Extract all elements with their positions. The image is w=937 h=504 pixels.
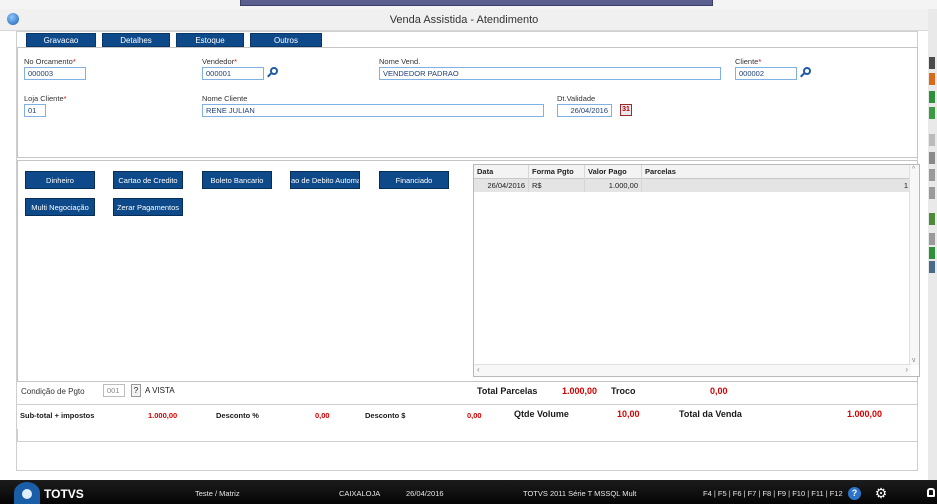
orcamento-label: No Orcamento* (24, 57, 76, 66)
title-bar: Venda Assistida - Atendimento (0, 9, 928, 31)
totvs-brand: TOTVS (44, 487, 84, 501)
window-title: Venda Assistida - Atendimento (389, 14, 539, 26)
condicao-help-button[interactable]: ? (131, 384, 141, 397)
grid-row[interactable]: 26/04/2016 R$ 1.000,00 1 (474, 179, 911, 192)
col-parcelas[interactable]: Parcelas (642, 165, 911, 179)
lock-icon[interactable] (927, 488, 935, 497)
vendedor-label: Vendedor* (202, 57, 238, 66)
vendedor-search-icon[interactable] (267, 67, 279, 79)
status-shortcuts[interactable]: F4 | F5 | F6 | F7 | F8 | F9 | F10 | F11 … (703, 489, 843, 498)
cliente-label-text: Cliente (735, 57, 759, 66)
zerar-pagamentos-button[interactable]: Zerar Pagamentos (113, 198, 183, 216)
help-icon[interactable]: ? (848, 487, 861, 500)
total-parcelas-label: Total Parcelas (477, 386, 538, 396)
qtde-volume-label: Qtde Volume (514, 409, 569, 419)
condicao-description: A VISTA (145, 386, 175, 395)
loja-cliente-label-text: Loja Cliente (24, 94, 64, 103)
loja-cliente-label: Loja Cliente* (24, 94, 67, 103)
cliente-search-icon[interactable] (800, 67, 812, 79)
financiado-button[interactable]: Financiado (379, 171, 449, 189)
orcamento-field[interactable]: 000003 (24, 67, 86, 80)
desconto-pct-value: 0,00 (315, 411, 330, 420)
grid-horizontal-scrollbar[interactable]: ‹ › (474, 364, 911, 376)
cartao-credito-button[interactable]: Cartao de Credito (113, 171, 183, 189)
boleto-button[interactable]: Boleto Bancario (202, 171, 272, 189)
desconto-pct-label: Desconto % (216, 411, 259, 420)
payments-grid: Data Forma Pgto Valor Pago Parcelas 26/0… (473, 164, 920, 377)
dt-validade-label: Dt.Validade (557, 94, 596, 103)
toolbar-print-icon[interactable] (929, 169, 935, 181)
scroll-up-icon[interactable]: ^ (912, 166, 915, 173)
desconto-val-value: 0,00 (467, 411, 482, 420)
scroll-down-icon[interactable]: v (912, 357, 916, 364)
toolbar-cut-icon[interactable] (929, 73, 935, 85)
row-parcelas-cell: 1 (903, 181, 908, 190)
vendedor-field[interactable]: 000001 (202, 67, 264, 80)
total-venda-value: 1.000,00 (847, 409, 883, 419)
cliente-label: Cliente* (735, 57, 762, 66)
status-cashier: CAIXALOJA (339, 489, 381, 498)
nome-vend-label: Nome Vend. (379, 57, 421, 66)
multi-negociacao-button[interactable]: Multi Negociação (25, 198, 95, 216)
toolbar-search-icon[interactable] (929, 233, 935, 245)
dinheiro-button[interactable]: Dinheiro (25, 171, 95, 189)
divider (17, 404, 918, 405)
toolbar-arrow-icon[interactable] (929, 91, 935, 103)
toolbar-grey-icon[interactable] (929, 134, 935, 146)
nome-cliente-label: Nome Cliente (202, 94, 248, 103)
cliente-field[interactable]: 000002 (735, 67, 797, 80)
col-valor-pago[interactable]: Valor Pago (585, 165, 642, 179)
troco-label: Troco (611, 386, 636, 396)
loja-cliente-field[interactable]: 01 (24, 104, 46, 117)
nome-cliente-field[interactable]: RENE JULIAN (202, 104, 544, 117)
status-date: 26/04/2016 (406, 489, 444, 498)
toolbar-money-icon[interactable] (929, 107, 935, 119)
calendar-icon[interactable]: 31 (620, 104, 632, 116)
qtde-volume-value: 10,00 (617, 409, 640, 419)
tab-outros[interactable]: Outros (250, 33, 322, 47)
vendedor-label-text: Vendedor (202, 57, 235, 66)
status-system: TOTVS 2011 Série T MSSQL Mult (523, 489, 637, 498)
gear-icon[interactable]: ⚙ (874, 486, 888, 500)
condicao-code-field[interactable]: 001 (103, 384, 125, 397)
col-forma-pgto[interactable]: Forma Pgto (529, 165, 585, 179)
toolbar-doc-icon[interactable] (929, 57, 935, 69)
status-environment: Teste / Matriz (195, 489, 240, 498)
grid-vertical-scrollbar[interactable]: ^ v (909, 165, 919, 365)
troco-value: 0,00 (710, 386, 728, 396)
toolbar-lock-icon[interactable] (929, 152, 935, 164)
col-data[interactable]: Data (474, 165, 529, 179)
toolbar-person-icon[interactable] (929, 247, 935, 259)
right-toolbar (928, 9, 937, 504)
condicao-label: Condição de Pgto (21, 387, 85, 396)
desconto-val-label: Desconto $ (365, 411, 406, 420)
grid-header: Data Forma Pgto Valor Pago Parcelas (474, 165, 911, 179)
total-venda-label: Total da Venda (679, 409, 742, 419)
nome-vend-field[interactable]: VENDEDOR PADRAO (379, 67, 721, 80)
tab-detalhes[interactable]: Detalhes (102, 33, 170, 47)
totvs-logo-icon[interactable] (14, 482, 40, 504)
toolbar-coins-icon[interactable] (929, 187, 935, 199)
subtotal-label: Sub-total + impostos (20, 411, 95, 420)
row-valor-cell: 1.000,00 (585, 179, 642, 192)
scroll-right-icon[interactable]: › (905, 365, 908, 374)
orcamento-label-text: No Orcamento (24, 57, 73, 66)
subtotal-value: 1.000,00 (148, 411, 178, 420)
row-data-cell: 26/04/2016 (474, 179, 529, 192)
top-accent-bar (240, 0, 713, 6)
scroll-left-icon[interactable]: ‹ (477, 365, 480, 374)
toolbar-pencil-icon[interactable] (929, 213, 935, 225)
dt-validade-field[interactable]: 26/04/2016 (557, 104, 612, 117)
toolbar-list-icon[interactable] (929, 261, 935, 273)
tab-estoque[interactable]: Estoque (176, 33, 244, 47)
status-bar: TOTVS Teste / Matriz CAIXALOJA 26/04/201… (0, 480, 937, 504)
debito-automatico-button[interactable]: ao de Debito Automa (290, 171, 360, 189)
observation-box[interactable] (17, 429, 918, 442)
tab-gravacao[interactable]: Gravacao (26, 33, 96, 47)
header-panel (17, 47, 918, 158)
row-forma-cell: R$ (529, 179, 585, 192)
total-parcelas-value: 1.000,00 (562, 386, 598, 396)
